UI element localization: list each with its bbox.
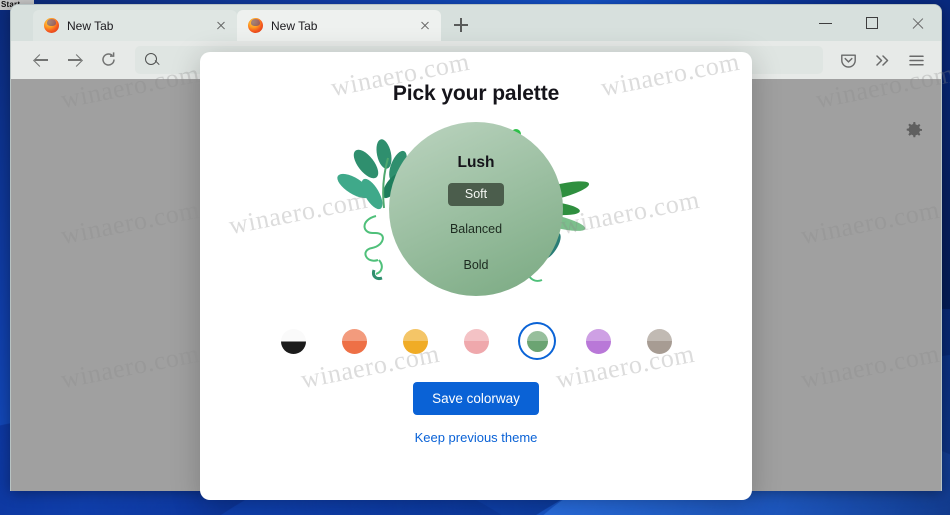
colorway-swatches [200,324,752,358]
dialog-title: Pick your palette [392,82,560,105]
close-icon[interactable] [417,18,433,34]
browser-tab-2[interactable]: New Tab [237,10,441,41]
overflow-chevron-icon[interactable] [867,45,899,75]
swatch-foto-pink[interactable] [459,324,493,358]
swatch-graffiti-yellow[interactable] [398,324,432,358]
swatch-dot [646,328,672,354]
pick-palette-dialog: Pick your palette Lush Soft Balanced Bol… [200,52,752,500]
intensity-option-bold[interactable]: Bold [446,254,505,277]
new-tab-button[interactable] [447,11,475,39]
colorway-name: Lush [457,154,495,171]
forward-button[interactable] [59,45,91,75]
swatch-abstract-black[interactable] [276,324,310,358]
swatch-dot [402,328,428,354]
tab-title: New Tab [271,18,318,33]
firefox-icon [248,18,263,33]
dialog-actions: Save colorway Keep previous theme [200,382,752,445]
search-icon [145,53,159,67]
swatch-dot [341,328,367,354]
swatch-elemental-purple[interactable] [581,324,615,358]
pocket-icon[interactable] [833,45,865,75]
gear-icon[interactable] [903,119,925,141]
window-controls [803,5,941,41]
intensity-option-balanced[interactable]: Balanced [433,218,519,241]
browser-tab-1[interactable]: New Tab [33,10,237,41]
intensity-option-soft[interactable]: Soft [447,183,505,206]
swatch-ceramic-taupe[interactable] [642,324,676,358]
swatch-dot [585,328,611,354]
maximize-button[interactable] [849,5,895,41]
close-button[interactable] [895,5,941,41]
tab-strip: New Tab New Tab [11,5,941,41]
reload-icon[interactable] [93,45,125,75]
hamburger-menu-icon[interactable] [901,45,933,75]
swatch-dot [280,328,306,354]
keep-previous-theme-link[interactable]: Keep previous theme [415,430,538,445]
swatch-cheers-orange[interactable] [337,324,371,358]
tab-title: New Tab [67,18,114,33]
back-button[interactable] [25,45,57,75]
swatch-dot [463,328,489,354]
toolbar-icons [833,45,933,75]
firefox-icon [44,18,59,33]
minimize-button[interactable] [803,5,849,41]
close-icon[interactable] [213,18,229,34]
colorway-preview: Lush Soft Balanced Bold [200,120,752,316]
swatch-dot [526,330,548,352]
save-colorway-button[interactable]: Save colorway [413,382,539,415]
swatch-lush-green[interactable] [520,324,554,358]
colorway-circle: Lush Soft Balanced Bold [389,122,563,296]
